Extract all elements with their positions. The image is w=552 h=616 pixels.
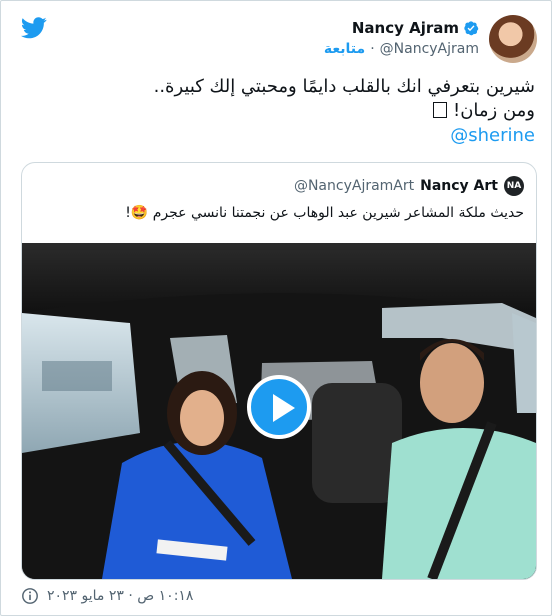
tweet-timestamp[interactable]: ١٠:١٨ ص · ٢٣ مايو ٢٠٢٣ [47, 588, 193, 604]
quoted-text: حديث ملكة المشاعر شيرين عبد الوهاب عن نج… [125, 205, 524, 221]
twitter-logo-icon[interactable] [21, 17, 47, 39]
author-avatar[interactable] [489, 15, 537, 63]
video-player[interactable] [22, 243, 536, 579]
tweet-footer: ١٠:١٨ ص · ٢٣ مايو ٢٠٢٣ [21, 587, 193, 605]
tweet-card: Nancy Ajram متابعة · @NancyAjram شيرين ب… [0, 0, 552, 616]
tweet-line-2: ومن زمان! [452, 100, 535, 121]
quoted-avatar: NA [504, 176, 524, 196]
play-button[interactable] [247, 375, 311, 439]
author-info: Nancy Ajram متابعة · @NancyAjram [324, 19, 479, 57]
separator-dot: · [370, 41, 375, 57]
verified-badge-icon [464, 21, 479, 36]
mention-link[interactable]: @sherine [450, 125, 535, 146]
tweet-text: شيرين بتعرفي انك بالقلب دايمًا ومحبتي إل… [35, 75, 535, 123]
quoted-tweet[interactable]: @NancyAjramArt Nancy Art NA حديث ملكة ال… [21, 162, 537, 580]
author-handle[interactable]: @NancyAjram [380, 41, 479, 57]
tweet-line-1: شيرين بتعرفي انك بالقلب دايمًا ومحبتي إل… [153, 76, 535, 97]
quoted-handle: @NancyAjramArt [293, 178, 415, 194]
missing-glyph-icon [433, 102, 448, 118]
follow-button[interactable]: متابعة [324, 41, 365, 57]
info-icon[interactable] [21, 587, 39, 605]
author-name[interactable]: Nancy Ajram [352, 19, 459, 37]
play-icon [273, 394, 295, 422]
quoted-name: Nancy Art [420, 178, 498, 194]
